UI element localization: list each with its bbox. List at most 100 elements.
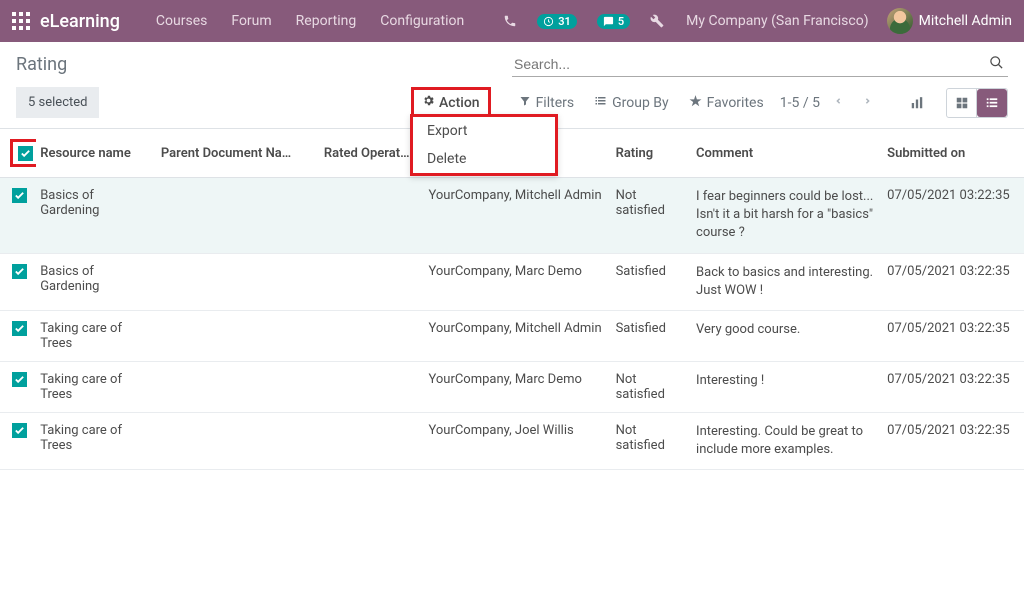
cell-resource: Taking care of Trees — [36, 361, 157, 412]
row-checkbox[interactable] — [12, 264, 27, 279]
debug-icon[interactable] — [646, 0, 668, 42]
nav-item-configuration[interactable]: Configuration — [368, 0, 476, 42]
table-row[interactable]: Taking care of Trees YourCompany, Mitchel… — [0, 310, 1024, 361]
search-icon[interactable] — [985, 55, 1008, 74]
row-checkbox[interactable] — [12, 188, 27, 203]
action-menu: Export Delete — [410, 114, 558, 176]
action-label: Action — [439, 95, 480, 111]
cell-operator — [320, 361, 425, 412]
page-title: Rating — [16, 54, 512, 75]
cell-parent — [157, 178, 320, 254]
cell-date: 07/05/2021 03:22:35 — [883, 310, 1024, 361]
pager-next[interactable] — [857, 90, 878, 116]
cell-operator — [320, 178, 425, 254]
funnel-icon — [519, 95, 531, 111]
cell-operator — [320, 253, 425, 310]
view-switcher — [902, 88, 1008, 118]
top-navbar: eLearning Courses Forum Reporting Config… — [0, 0, 1024, 42]
view-list[interactable] — [977, 89, 1007, 117]
cell-date: 07/05/2021 03:22:35 — [883, 178, 1024, 254]
star-icon — [689, 94, 702, 111]
col-rating[interactable]: Rating — [612, 129, 692, 178]
nav-item-courses[interactable]: Courses — [144, 0, 219, 42]
activities-button[interactable]: 31 — [533, 0, 581, 42]
nav-right: 31 5 My Company (San Francisco) Mitchell… — [499, 0, 1012, 42]
avatar — [887, 8, 913, 34]
view-graph[interactable] — [902, 89, 932, 117]
cell-date: 07/05/2021 03:22:35 — [883, 253, 1024, 310]
table-row[interactable]: Taking care of Trees YourCompany, Marc De… — [0, 361, 1024, 412]
cell-comment: Interesting ! — [692, 361, 883, 412]
cell-rating: Satisfied — [612, 253, 692, 310]
pager-value[interactable]: 1-5 / 5 — [780, 95, 820, 111]
apps-icon[interactable] — [12, 12, 30, 30]
table-row[interactable]: Basics of Gardening YourCompany, Mitchell… — [0, 178, 1024, 254]
cell-resource: Taking care of Trees — [36, 412, 157, 469]
rating-list: Resource name Parent Document Na… Rated … — [0, 129, 1024, 470]
cell-partner: YourCompany, Joel Willis — [424, 412, 611, 469]
cell-rating: Not satisfied — [612, 361, 692, 412]
pager: 1-5 / 5 — [780, 90, 878, 116]
search-wrap — [512, 52, 1008, 77]
search-input[interactable] — [512, 52, 985, 76]
company-switcher[interactable]: My Company (San Francisco) — [680, 13, 874, 29]
table-row[interactable]: Taking care of Trees YourCompany, Joel Wi… — [0, 412, 1024, 469]
cell-date: 07/05/2021 03:22:35 — [883, 412, 1024, 469]
col-submitted[interactable]: Submitted on — [883, 129, 1024, 178]
col-operator[interactable]: Rated Operat… — [320, 129, 425, 178]
nav-item-forum[interactable]: Forum — [219, 0, 283, 42]
brand-title[interactable]: eLearning — [40, 11, 120, 32]
favorites-button[interactable]: Favorites — [689, 94, 764, 111]
col-parent[interactable]: Parent Document Na… — [157, 129, 320, 178]
cell-parent — [157, 253, 320, 310]
col-resource[interactable]: Resource name — [36, 129, 157, 178]
gear-icon — [422, 94, 435, 111]
select-all-checkbox[interactable] — [18, 146, 33, 161]
nav-menu: Courses Forum Reporting Configuration — [144, 0, 476, 42]
cell-resource: Basics of Gardening — [36, 253, 157, 310]
col-comment[interactable]: Comment — [692, 129, 883, 178]
cell-partner: YourCompany, Mitchell Admin — [424, 310, 611, 361]
cell-parent — [157, 361, 320, 412]
cell-parent — [157, 310, 320, 361]
filters-button[interactable]: Filters — [519, 94, 575, 111]
action-export[interactable]: Export — [413, 117, 555, 145]
cell-comment: Back to basics and interesting. Just WOW… — [692, 253, 883, 310]
cell-comment: I fear beginners could be lost... Isn't … — [692, 178, 883, 254]
group-by-button[interactable]: Group By — [594, 94, 669, 111]
selected-count: 5 selected — [16, 87, 99, 118]
row-checkbox[interactable] — [12, 321, 27, 336]
nav-item-reporting[interactable]: Reporting — [284, 0, 369, 42]
cell-resource: Basics of Gardening — [36, 178, 157, 254]
row-checkbox[interactable] — [12, 423, 27, 438]
cell-parent — [157, 412, 320, 469]
cell-resource: Taking care of Trees — [36, 310, 157, 361]
cell-partner: YourCompany, Marc Demo — [424, 361, 611, 412]
messages-button[interactable]: 5 — [593, 0, 634, 42]
messages-count: 5 — [618, 15, 624, 28]
table-row[interactable]: Basics of Gardening YourCompany, Marc Dem… — [0, 253, 1024, 310]
action-delete[interactable]: Delete — [413, 145, 555, 173]
activities-count: 31 — [558, 15, 571, 28]
view-kanban[interactable] — [947, 89, 977, 117]
cell-date: 07/05/2021 03:22:35 — [883, 361, 1024, 412]
cell-comment: Interesting. Could be great to include m… — [692, 412, 883, 469]
user-menu[interactable]: Mitchell Admin — [887, 8, 1012, 34]
phone-icon[interactable] — [499, 0, 521, 42]
select-all-wrap — [10, 139, 36, 167]
cell-rating: Satisfied — [612, 310, 692, 361]
group-icon — [594, 95, 607, 111]
cell-partner: YourCompany, Mitchell Admin — [424, 178, 611, 254]
cell-rating: Not satisfied — [612, 412, 692, 469]
control-panel: Rating 5 selected Action Export Delete — [0, 42, 1024, 129]
cell-operator — [320, 412, 425, 469]
cell-rating: Not satisfied — [612, 178, 692, 254]
cell-operator — [320, 310, 425, 361]
row-checkbox[interactable] — [12, 372, 27, 387]
search-toolbar: Filters Group By Favorites — [519, 94, 764, 111]
cell-comment: Very good course. — [692, 310, 883, 361]
pager-prev[interactable] — [828, 90, 849, 116]
cell-partner: YourCompany, Marc Demo — [424, 253, 611, 310]
action-dropdown: Action Export Delete — [411, 87, 491, 118]
user-name: Mitchell Admin — [919, 13, 1012, 29]
